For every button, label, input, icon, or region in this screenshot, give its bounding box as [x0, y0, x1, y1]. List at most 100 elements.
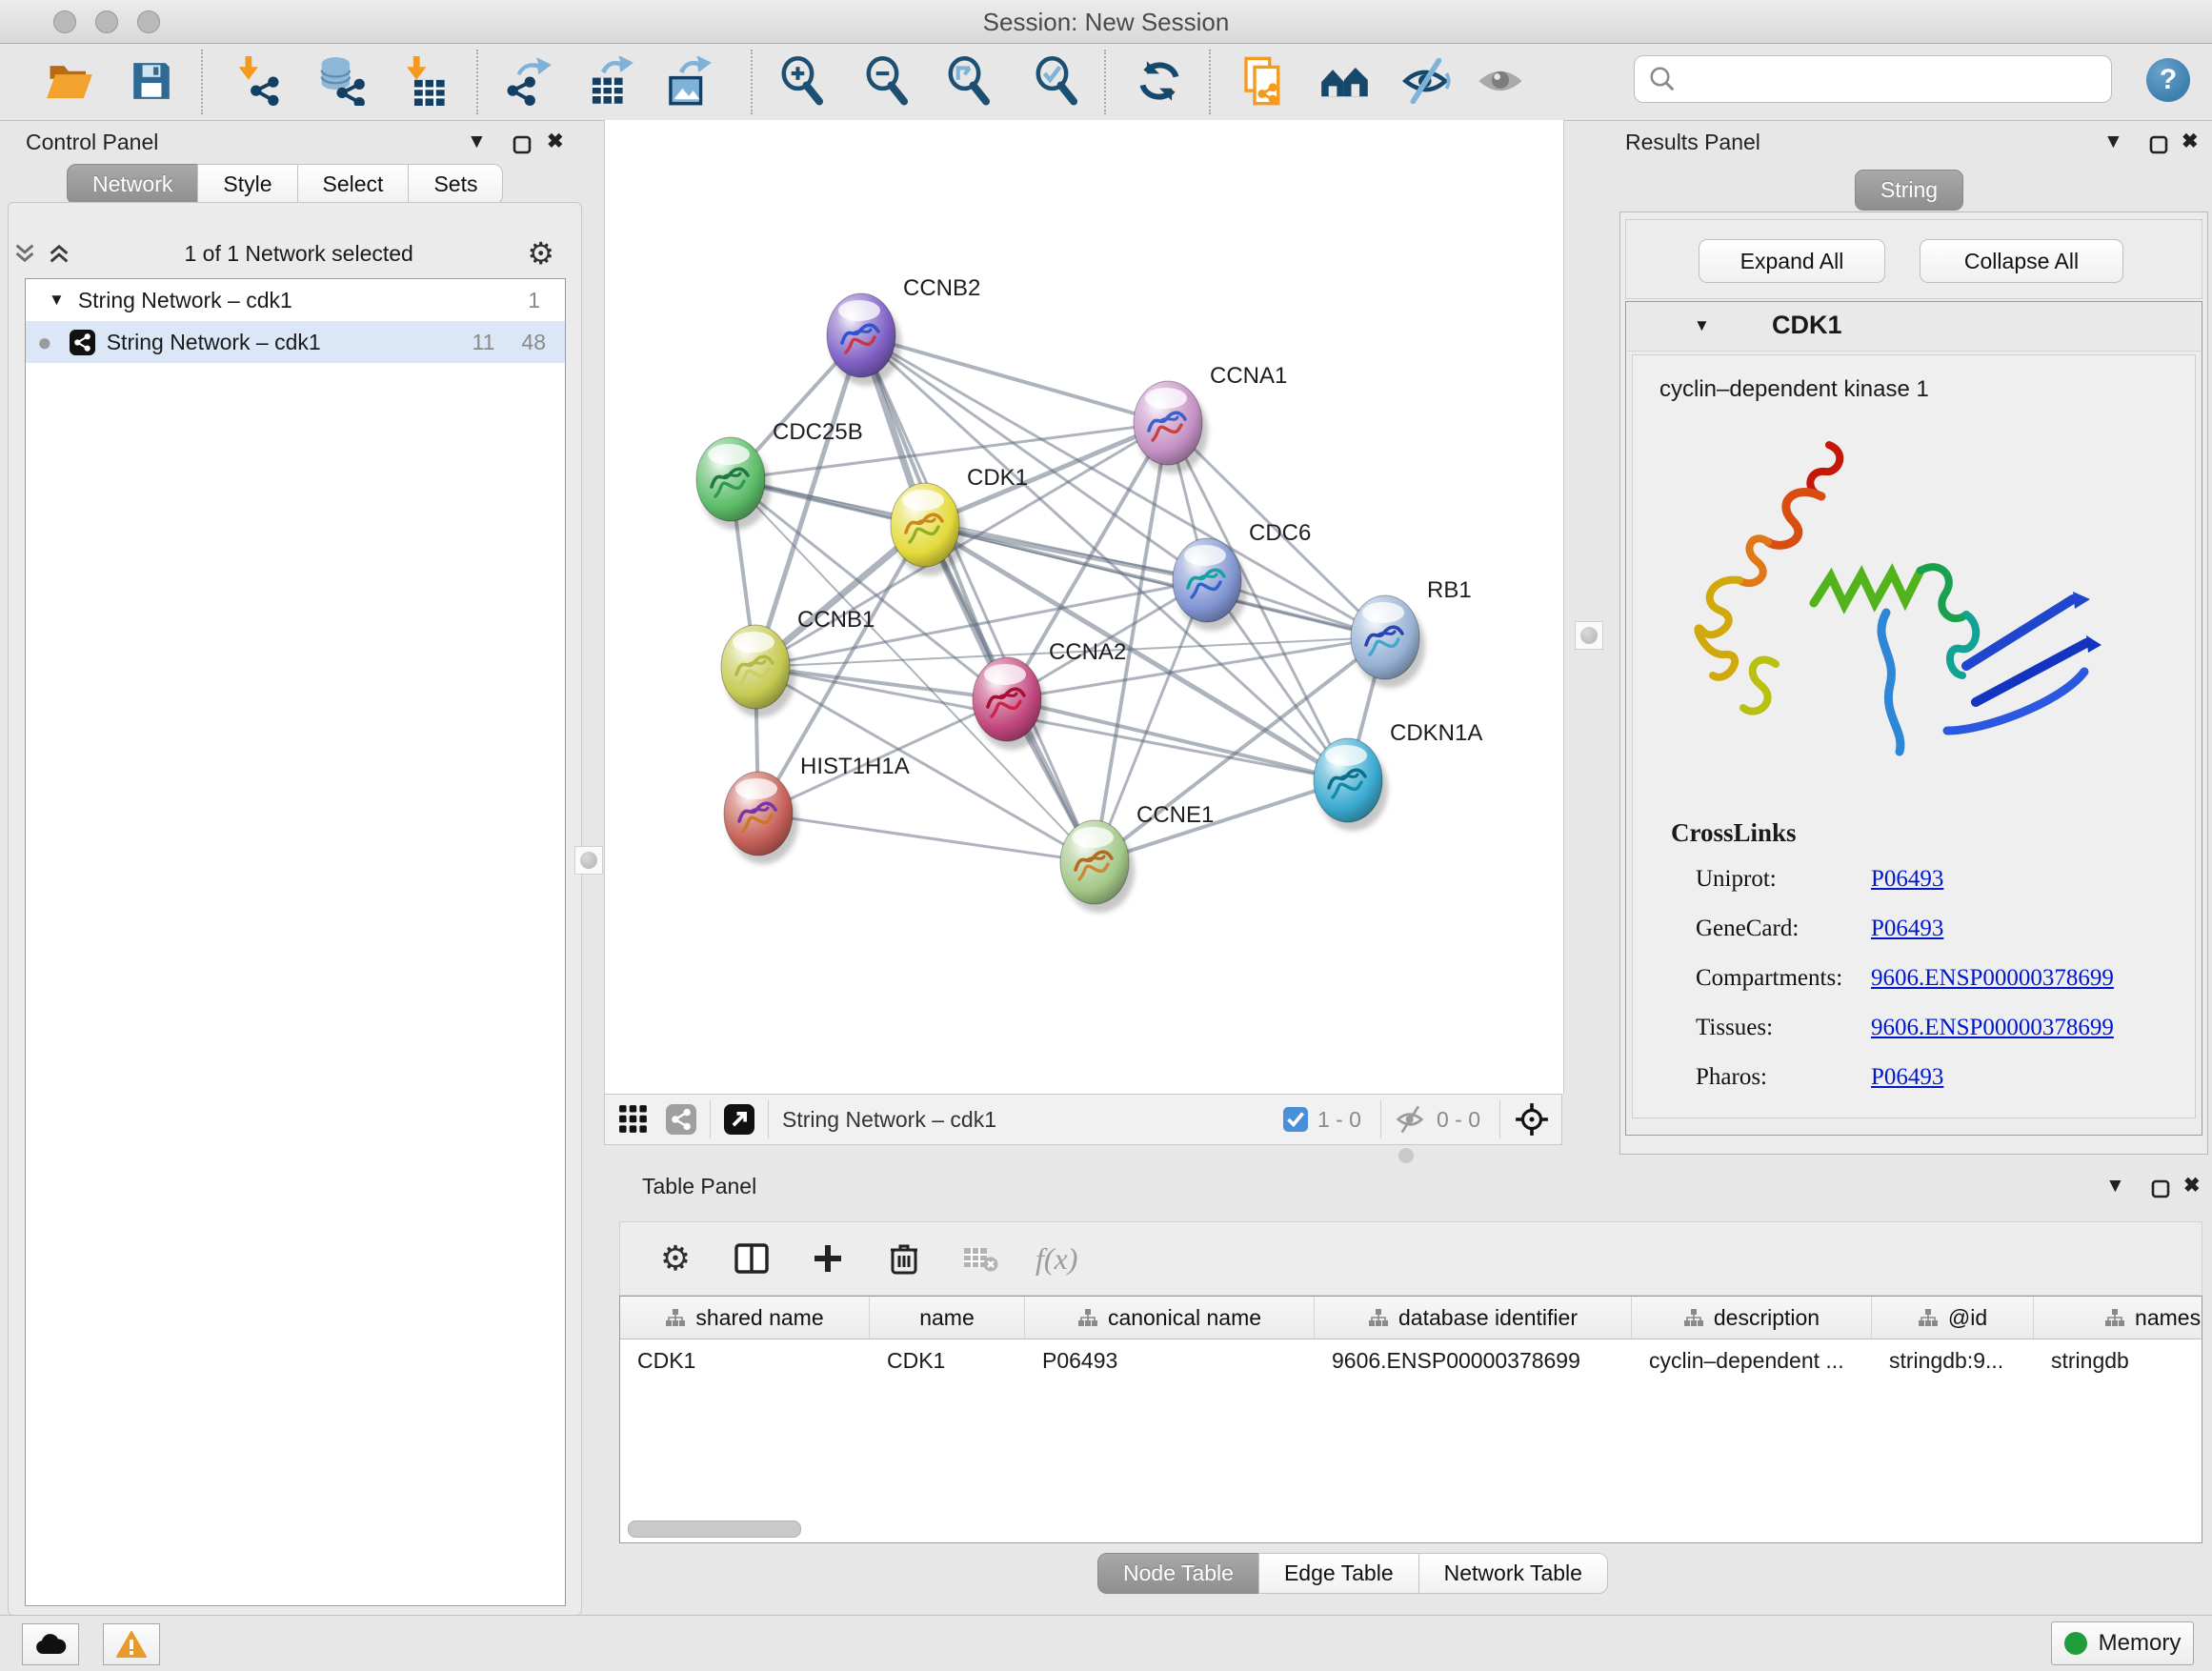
table-panel-menu-icon[interactable]: ▼	[2105, 1176, 2125, 1197]
column-header-namespace[interactable]: namespace	[2034, 1297, 2202, 1339]
tab-network-table[interactable]: Network Table	[1418, 1553, 1608, 1594]
save-session-button[interactable]	[124, 53, 179, 109]
crosslink-link[interactable]: P06493	[1871, 866, 1943, 893]
network-canvas[interactable]: CCNB2CCNA1CDC25BCDK1CDC6RB1CCNB1CCNA2CDK…	[604, 120, 1564, 1094]
search-field[interactable]	[1634, 55, 2112, 103]
search-input[interactable]	[1684, 59, 2111, 99]
network-view-share-icon[interactable]	[666, 1104, 696, 1135]
tab-select[interactable]: Select	[297, 164, 410, 205]
open-session-button[interactable]	[42, 53, 97, 109]
crosslink-link[interactable]: 9606.ENSP00000378699	[1871, 1015, 2114, 1041]
gene-section-header[interactable]: ▼ CDK1	[1627, 303, 2201, 352]
warning-button[interactable]	[103, 1623, 160, 1665]
network-node-CDC25B[interactable]	[696, 437, 771, 530]
hidden-eye-icon[interactable]	[1395, 1106, 1427, 1133]
network-column-icon	[1077, 1308, 1098, 1327]
network-row-selected[interactable]: ● String Network – cdk1 11 48	[26, 321, 565, 363]
toolbar-separator	[751, 50, 753, 114]
control-panel-menu-icon[interactable]: ▼	[467, 131, 487, 152]
open-folder-icon	[46, 59, 93, 103]
show-columns-icon[interactable]	[731, 1243, 773, 1274]
float-panel-icon[interactable]	[2151, 1179, 2170, 1198]
zoom-selected-button[interactable]	[1029, 53, 1084, 109]
crosslink-link[interactable]: 9606.ENSP00000378699	[1871, 965, 2114, 992]
network-node-CCNE1[interactable]	[1060, 820, 1135, 913]
network-collection-row[interactable]: ▼ String Network – cdk1 1	[26, 279, 565, 321]
expand-all-icon[interactable]	[48, 243, 70, 264]
import-table-icon	[399, 56, 447, 106]
network-edge[interactable]	[861, 335, 1095, 862]
hide-selected-button[interactable]	[1399, 53, 1455, 109]
column-header-databaseidentifier[interactable]: database identifier	[1315, 1297, 1632, 1339]
new-network-from-selection-button[interactable]	[1236, 53, 1291, 109]
float-panel-icon[interactable]	[513, 135, 532, 154]
tab-string[interactable]: String	[1855, 170, 1963, 211]
zoom-fit-content-button[interactable]	[941, 53, 996, 109]
network-edge[interactable]	[1007, 699, 1348, 780]
crosslink-link[interactable]: P06493	[1871, 916, 1943, 942]
cloud-button[interactable]	[22, 1623, 79, 1665]
zoom-out-button[interactable]	[859, 53, 915, 109]
export-table-button[interactable]	[582, 53, 637, 109]
expand-all-button[interactable]: Expand All	[1699, 239, 1885, 283]
gene-expander-icon[interactable]: ▼	[1694, 316, 1710, 335]
column-header-canonicalname[interactable]: canonical name	[1025, 1297, 1315, 1339]
close-panel-icon[interactable]: ✖	[547, 131, 564, 152]
collapse-all-button[interactable]: Collapse All	[1920, 239, 2123, 283]
database-icon	[316, 56, 366, 106]
table-settings-gear-icon[interactable]: ⚙	[654, 1238, 696, 1278]
column-header-id[interactable]: @id	[1872, 1297, 2034, 1339]
export-network-button[interactable]	[500, 53, 555, 109]
refresh-view-button[interactable]	[1132, 53, 1187, 109]
network-edge[interactable]	[758, 814, 1095, 862]
delete-table-icon[interactable]	[959, 1244, 1001, 1273]
help-button[interactable]: ?	[2146, 58, 2190, 102]
grid-view-icon[interactable]	[618, 1104, 649, 1135]
show-all-button[interactable]	[1473, 53, 1528, 109]
network-selection-status: 1 of 1 Network selected	[70, 241, 527, 267]
crosslink-link[interactable]: P06493	[1871, 1064, 1943, 1091]
network-node-RB1[interactable]	[1351, 595, 1425, 688]
right-splitter-handle[interactable]	[1575, 621, 1603, 650]
function-builder-icon[interactable]: f(x)	[1036, 1241, 1077, 1277]
network-column-icon	[665, 1308, 686, 1327]
delete-column-trash-icon[interactable]	[883, 1242, 925, 1275]
export-table-icon	[586, 56, 633, 106]
tab-style[interactable]: Style	[197, 164, 297, 205]
float-panel-icon[interactable]	[2149, 135, 2168, 154]
horizontal-scrollbar-thumb[interactable]	[628, 1520, 801, 1538]
tab-edge-table[interactable]: Edge Table	[1258, 1553, 1419, 1594]
column-header-description[interactable]: description	[1632, 1297, 1872, 1339]
tab-sets[interactable]: Sets	[408, 164, 503, 205]
create-column-icon[interactable]	[807, 1243, 849, 1274]
zoom-in-button[interactable]	[774, 53, 830, 109]
tab-node-table[interactable]: Node Table	[1097, 1553, 1259, 1594]
collection-expander-icon[interactable]: ▼	[49, 291, 65, 310]
close-panel-icon[interactable]: ✖	[2183, 1176, 2201, 1197]
import-table-from-file-button[interactable]	[395, 53, 451, 109]
selected-checkbox-icon[interactable]	[1283, 1107, 1308, 1132]
birdseye-crosshair-icon[interactable]	[1514, 1101, 1550, 1137]
column-header-sharedname[interactable]: shared name	[620, 1297, 870, 1339]
network-node-HIST1H1A[interactable]	[724, 772, 798, 864]
tab-network[interactable]: Network	[67, 164, 198, 205]
string-query-button[interactable]	[1317, 53, 1373, 109]
open-in-new-window-icon[interactable]	[724, 1104, 754, 1135]
table-row[interactable]: CDK1CDK1P064939606.ENSP00000378699cyclin…	[620, 1339, 2202, 1381]
collapse-all-icon[interactable]	[13, 243, 36, 264]
close-panel-icon[interactable]: ✖	[2182, 131, 2199, 152]
network-options-gear-icon[interactable]: ⚙	[527, 235, 554, 272]
network-graph[interactable]: CCNB2CCNA1CDC25BCDK1CDC6RB1CCNB1CCNA2CDK…	[605, 120, 1563, 1094]
memory-button[interactable]: Memory	[2051, 1621, 2194, 1665]
column-header-name[interactable]: name	[870, 1297, 1025, 1339]
import-network-from-file-button[interactable]	[231, 53, 286, 109]
import-network-from-database-button[interactable]	[313, 53, 369, 109]
results-panel-menu-icon[interactable]: ▼	[2103, 131, 2123, 152]
network-node-CCNB2[interactable]	[827, 293, 901, 386]
network-node-CDKN1A[interactable]	[1314, 738, 1388, 831]
left-splitter-handle[interactable]	[574, 846, 603, 875]
network-edge[interactable]	[861, 335, 1385, 637]
network-edge[interactable]	[1095, 780, 1348, 862]
network-node-CCNA2[interactable]	[973, 657, 1047, 750]
export-image-button[interactable]	[660, 53, 715, 109]
